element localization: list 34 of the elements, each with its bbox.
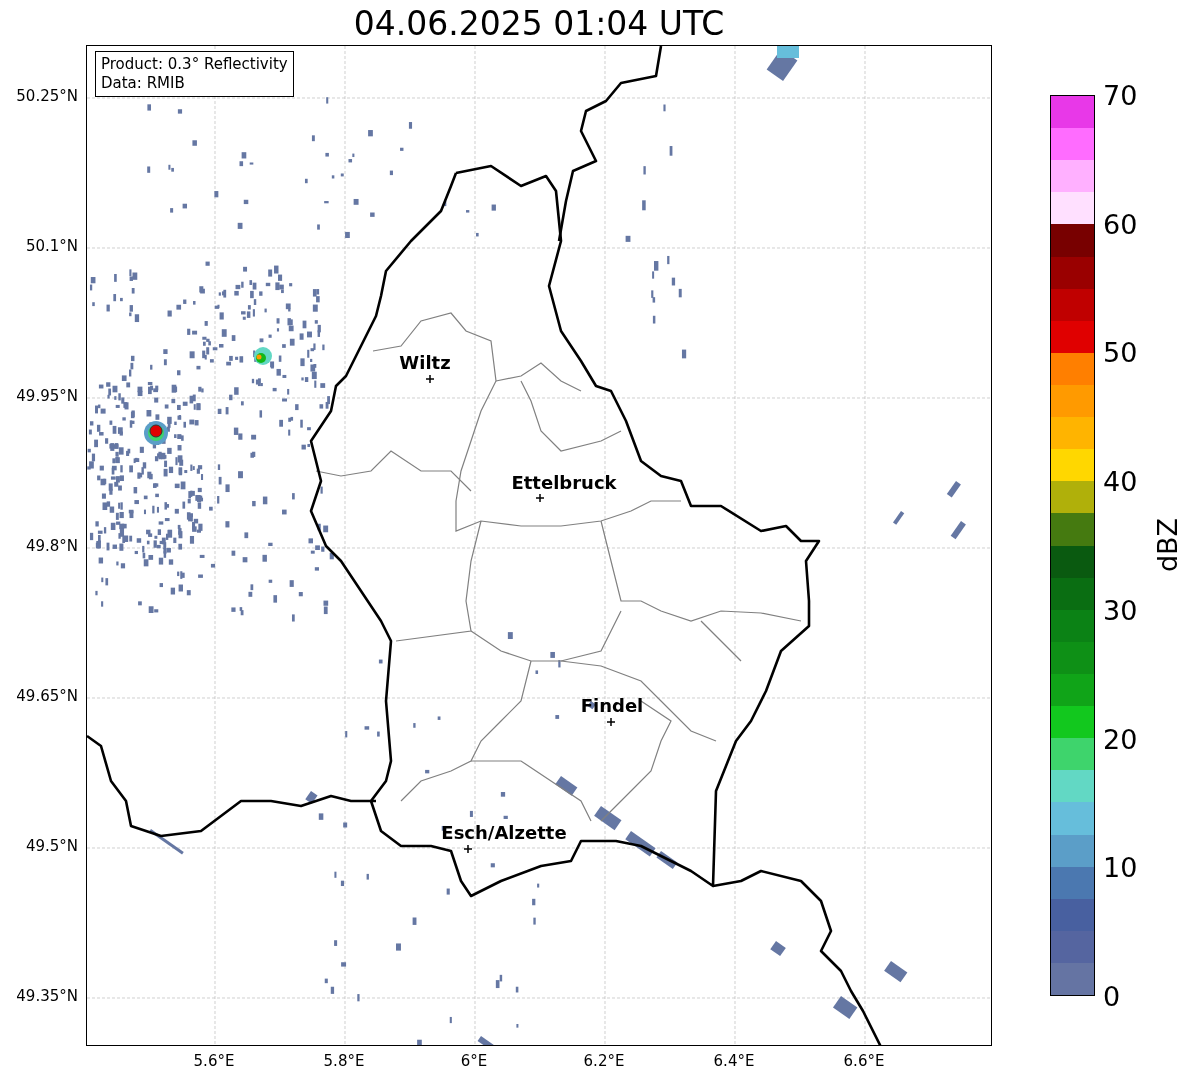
longitude-tick-label: 6.6°E: [843, 1052, 885, 1070]
info-text: Product: 0.3° Reflectivity: [101, 55, 288, 74]
colorbar-tick-label: 0: [1103, 980, 1121, 1012]
colorbar-tick-label: 30: [1103, 594, 1138, 626]
latitude-tick-label: 49.35°N: [16, 987, 78, 1005]
colorbar-tick-label: 50: [1103, 336, 1138, 368]
colorbar-tick-label: 20: [1103, 723, 1138, 755]
colorbar-tick-label: 70: [1103, 79, 1138, 111]
colorbar-label: dBZ: [1151, 517, 1183, 573]
colorbar-tick-label: 40: [1103, 465, 1138, 497]
longitude-tick-label: 6°E: [460, 1052, 488, 1070]
longitude-tick-label: 5.8°E: [323, 1052, 365, 1070]
city-label: Wiltz: [399, 352, 451, 373]
longitude-tick-label: 6.4°E: [713, 1052, 755, 1070]
latitude-tick-label: 49.65°N: [16, 687, 78, 705]
longitude-tick-label: 6.2°E: [583, 1052, 625, 1070]
radar-site-icon: [149, 424, 163, 438]
info-text: Data: RMIB: [101, 74, 186, 93]
latitude-tick-label: 50.1°N: [25, 237, 78, 255]
latitude-tick-label: 49.8°N: [25, 537, 78, 555]
longitude-tick-label: 5.6°E: [193, 1052, 235, 1070]
latitude-tick-label: 50.25°N: [16, 87, 78, 105]
colorbar-tick-label: 10: [1103, 851, 1138, 883]
figure-title: 04.06.2025 01:04 UTC: [352, 4, 726, 43]
city-marker-icon: [606, 717, 616, 727]
colorbar-tick-label: 60: [1103, 208, 1138, 240]
latitude-tick-label: 49.5°N: [25, 837, 78, 855]
city-label: Esch/Alzette: [441, 822, 567, 843]
city-marker-icon: [535, 493, 545, 503]
city-label: Ettelbruck: [511, 472, 617, 493]
city-marker-icon: [463, 844, 473, 854]
latitude-tick-label: 49.95°N: [16, 387, 78, 405]
city-marker-icon: [425, 374, 435, 384]
city-label: Findel: [580, 695, 644, 716]
